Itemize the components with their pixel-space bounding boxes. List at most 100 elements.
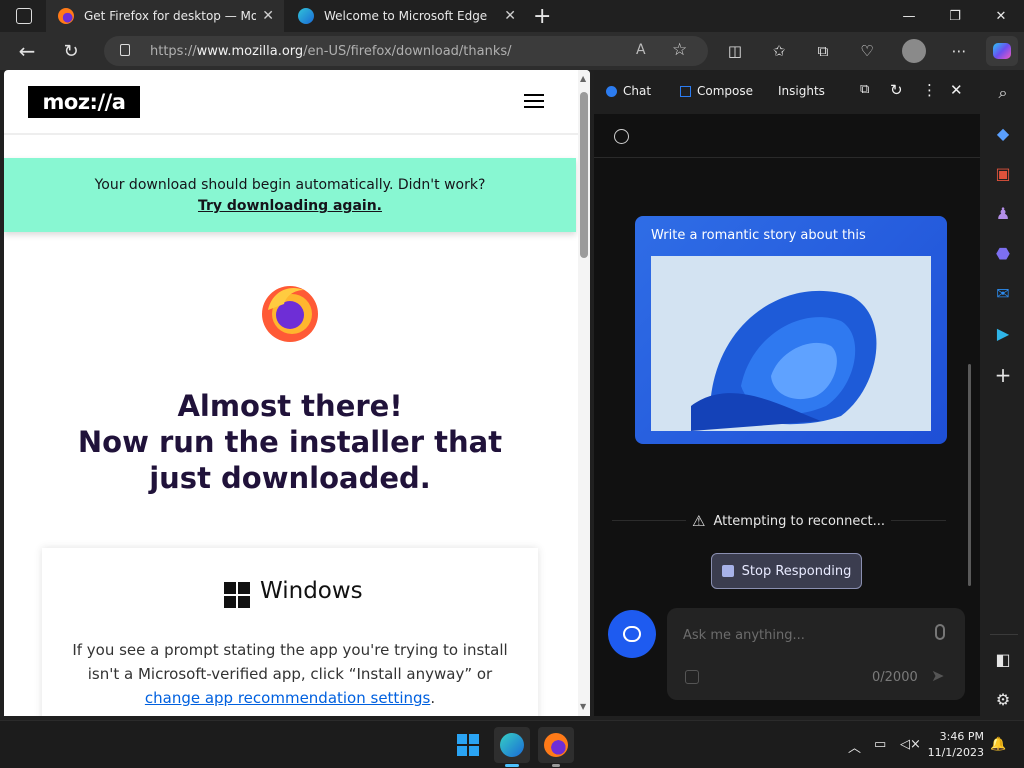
send-icon[interactable]: ➤ [931, 666, 944, 685]
windows-start-icon [457, 734, 479, 756]
compose-icon [680, 85, 691, 97]
scroll-up-icon[interactable]: ▲ [580, 74, 586, 83]
tab-title: Welcome to Microsoft Edge [324, 9, 488, 23]
header-divider [4, 133, 578, 135]
tab-edge-welcome[interactable]: Welcome to Microsoft Edge ✕ [286, 0, 526, 32]
firefox-icon [544, 733, 568, 757]
edge-icon [500, 733, 524, 757]
read-aloud-icon[interactable]: A [636, 42, 646, 58]
stop-icon [721, 565, 734, 577]
banner-text: Your download should begin automatically… [94, 177, 486, 193]
outlook-icon[interactable]: ✉ [992, 282, 1014, 304]
settings-gear-icon[interactable]: ⚙ [992, 688, 1014, 710]
warning-icon: ⚠ [692, 512, 706, 530]
firefox-logo-icon [262, 286, 318, 342]
new-topic-button[interactable] [608, 610, 656, 658]
refresh-icon[interactable]: ↻ [890, 81, 903, 99]
web-page: moz://a Your download should begin autom… [4, 70, 590, 716]
firefox-running-indicator [552, 764, 560, 767]
taskbar-firefox[interactable] [538, 727, 574, 763]
status-message: ⚠ Attempting to reconnect... [686, 512, 892, 530]
profile-avatar[interactable] [902, 39, 926, 63]
hide-sidebar-icon[interactable]: ◧ [992, 648, 1014, 670]
show-hidden-icons[interactable]: ︿ [848, 737, 861, 756]
start-button[interactable] [450, 727, 486, 763]
tab-chat[interactable]: Chat [606, 84, 651, 98]
close-window-button[interactable]: ✕ [978, 0, 1024, 32]
split-screen-icon[interactable]: ◫ [724, 40, 746, 62]
page-heading: Almost there! Now run the installer that… [77, 389, 503, 495]
close-pane-icon[interactable]: ✕ [950, 81, 963, 99]
address-bar[interactable]: https://www.mozilla.org/en-US/firefox/do… [104, 36, 708, 66]
add-icon[interactable]: + [992, 363, 1014, 387]
user-message: Write a romantic story about this [635, 216, 947, 444]
copilot-icon[interactable] [986, 36, 1018, 66]
message-text: Write a romantic story about this [651, 228, 866, 243]
tab-title: Get Firefox for desktop — Mozill [84, 9, 256, 23]
drop-icon[interactable]: ▶ [992, 322, 1014, 344]
char-count: 0/2000 [872, 670, 918, 685]
tools-icon[interactable]: ▣ [992, 162, 1014, 184]
mozilla-logo[interactable]: moz://a [28, 86, 140, 118]
favorite-star-icon[interactable]: ☆ [672, 40, 687, 60]
input-placeholder: Ask me anything... [683, 628, 805, 643]
page-scrollbar[interactable]: ▲ ▼ [578, 70, 590, 716]
windows-card: Windows If you see a prompt stating the … [42, 548, 538, 716]
edge-icon [298, 8, 314, 24]
windows-logo-icon [224, 582, 250, 608]
edge-running-indicator [505, 764, 519, 767]
history-bar [594, 114, 980, 158]
close-tab-icon[interactable]: ✕ [504, 8, 516, 24]
more-menu-icon[interactable]: ⋯ [948, 40, 970, 62]
tab-firefox[interactable]: Get Firefox for desktop — Mozill ✕ [46, 0, 284, 32]
search-icon[interactable]: ⌕ [992, 82, 1014, 104]
hamburger-menu-icon[interactable] [524, 94, 544, 110]
copilot-tabs: Chat Compose Insights ⧉ ↻ ⋮ ✕ [594, 70, 980, 114]
chat-icon [606, 85, 617, 97]
windows-bloom-image [651, 256, 931, 431]
close-tab-icon[interactable]: ✕ [262, 8, 274, 24]
url-text[interactable]: https://www.mozilla.org/en-US/firefox/do… [150, 44, 512, 59]
chat-area: Write a romantic story about this ⚠ Atte… [594, 114, 980, 716]
history-icon[interactable] [614, 129, 629, 144]
copilot-pane: Chat Compose Insights ⧉ ↻ ⋮ ✕ Write a ro… [594, 70, 980, 716]
tab-strip: Get Firefox for desktop — Mozill ✕ Welco… [0, 0, 1024, 32]
restore-button[interactable]: ❐ [932, 0, 978, 32]
try-again-link[interactable]: Try downloading again. [4, 198, 576, 214]
taskbar-edge[interactable] [494, 727, 530, 763]
games-icon[interactable]: ♟ [992, 202, 1014, 224]
network-icon[interactable]: ▭ [874, 737, 886, 752]
tab-compose[interactable]: Compose [680, 84, 753, 98]
tab-insights[interactable]: Insights [778, 84, 825, 98]
toolbar: ← ↻ https://www.mozilla.org/en-US/firefo… [0, 32, 1024, 70]
more-options-icon[interactable]: ⋮ [922, 81, 937, 99]
notifications-icon[interactable]: 🔔 [990, 737, 1006, 752]
performance-icon[interactable]: ♡ [856, 40, 878, 62]
shopping-icon[interactable]: ◆ [992, 122, 1014, 144]
lock-icon [120, 44, 130, 56]
new-chat-icon [623, 626, 641, 642]
taskbar: ︿ ▭ ◁× 3:46 PM 11/1/2023 🔔 [0, 720, 1024, 768]
microsoft-365-icon[interactable]: ⬣ [992, 242, 1014, 264]
scroll-down-icon[interactable]: ▼ [580, 702, 586, 711]
chat-scrollbar[interactable] [968, 364, 971, 586]
refresh-icon[interactable]: ↻ [60, 40, 82, 62]
system-clock[interactable]: 3:46 PM 11/1/2023 [926, 729, 984, 761]
chat-input[interactable]: Ask me anything... 0/2000 ➤ [667, 608, 965, 700]
new-tab-button[interactable]: + [533, 4, 551, 29]
minimize-button[interactable]: — [886, 0, 932, 32]
card-body: If you see a prompt stating the app you'… [72, 641, 508, 707]
sidebar-rail: ⌕ ◆ ▣ ♟ ⬣ ✉ ▶ + ◧ ⚙ [984, 70, 1024, 716]
mic-icon[interactable] [935, 624, 945, 640]
tab-actions-icon[interactable] [16, 8, 32, 24]
favorites-icon[interactable]: ✩ [768, 40, 790, 62]
volume-mute-icon[interactable]: ◁× [900, 737, 921, 752]
collections-icon[interactable]: ⧉ [812, 40, 834, 62]
stop-responding-button[interactable]: Stop Responding [711, 553, 862, 589]
app-settings-link[interactable]: change app recommendation settings [145, 689, 430, 707]
card-title: Windows [260, 578, 363, 604]
back-icon[interactable]: ← [16, 39, 38, 63]
scroll-thumb[interactable] [580, 92, 588, 258]
open-new-window-icon[interactable]: ⧉ [860, 82, 869, 97]
image-input-icon[interactable] [685, 670, 699, 684]
